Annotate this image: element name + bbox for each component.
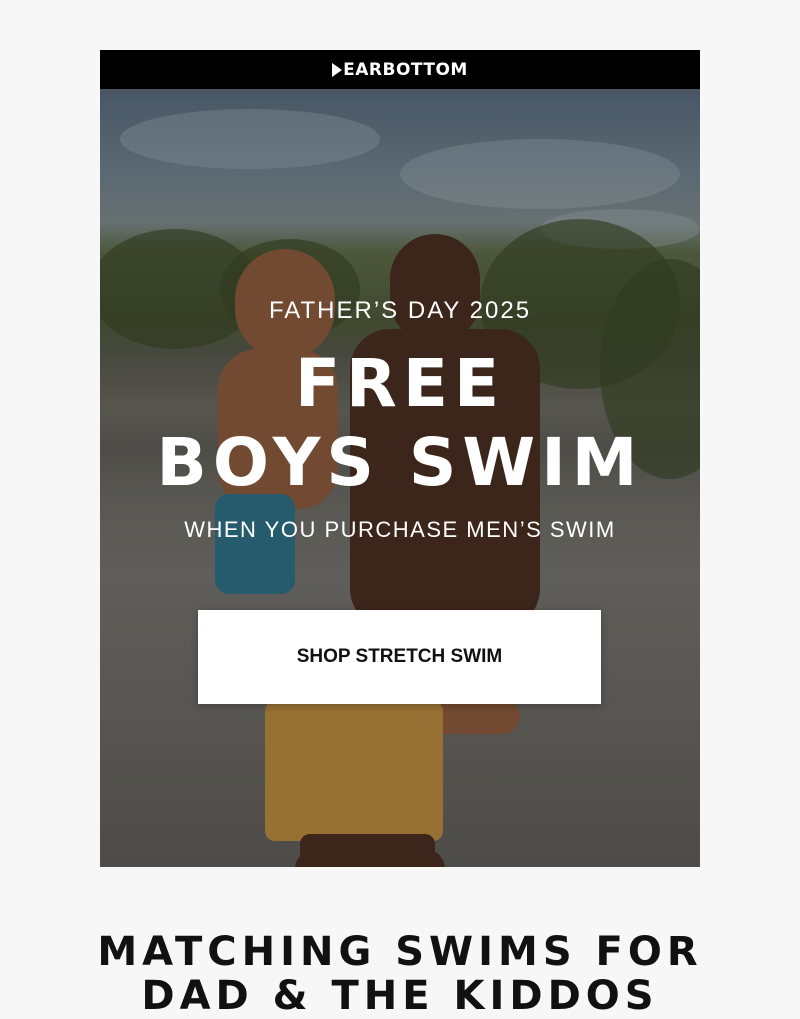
hero-eyebrow: FATHER’S DAY 2025 (268, 297, 532, 324)
shop-stretch-swim-button[interactable]: SHOP STRETCH SWIM (198, 610, 601, 704)
brand-logo-text: EARBOTTOM (343, 59, 468, 80)
hero-banner[interactable]: FATHER’S DAY 2025 FREE BOYS SWIM WHEN YO… (100, 89, 700, 867)
hero-headline-line2: BOYS SWIM (156, 424, 644, 501)
bear-chevron-icon (332, 62, 343, 77)
section-title-line1: MATCHING SWIMS FOR (97, 929, 703, 975)
section-title: MATCHING SWIMS FOR DAD & THE KIDDOS (0, 930, 800, 1018)
hero-headline-line1: FREE (294, 345, 506, 422)
email-container: EARBOTTOM FATHER’S DAY 2025 FREE BOYS SW… (100, 50, 700, 867)
brand-header: EARBOTTOM (100, 50, 700, 89)
section-title-line2: DAD & THE KIDDOS (141, 973, 659, 1019)
brand-logo[interactable]: EARBOTTOM (332, 60, 468, 80)
hero-subline: WHEN YOU PURCHASE MEN’S SWIM (184, 517, 616, 542)
